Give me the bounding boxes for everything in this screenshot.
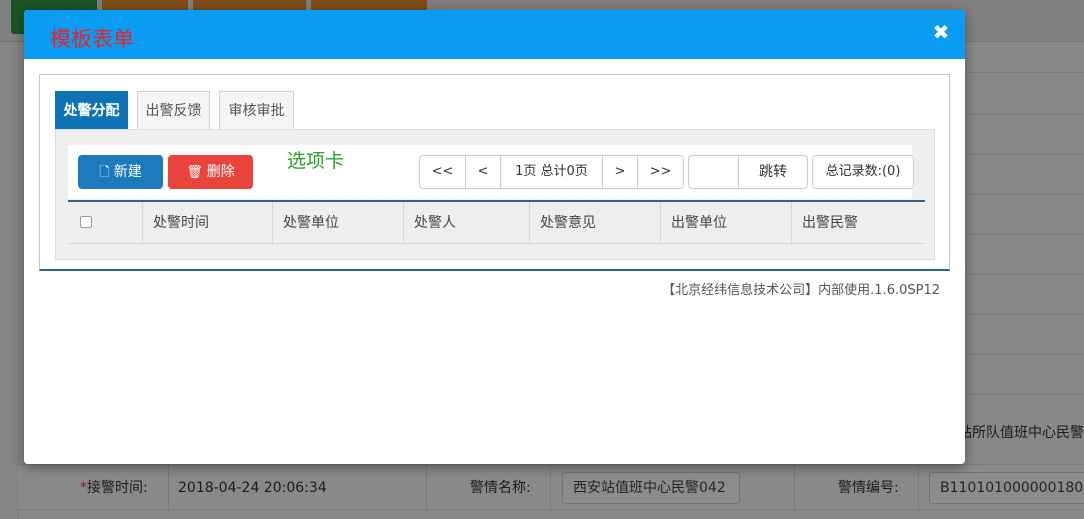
trash-icon: 🗑 xyxy=(186,165,203,180)
section-label: 选项卡 xyxy=(287,150,345,172)
prev-page-button[interactable]: < xyxy=(465,155,501,189)
jump-button[interactable]: 跳转 xyxy=(738,155,808,189)
jump-page-input[interactable] xyxy=(688,155,739,189)
footer-copyright: 【北京经纬信息技术公司】内部使用.1.6.0SP12 xyxy=(662,283,940,298)
select-all-cell xyxy=(68,202,143,244)
tab-dispatch-feedback[interactable]: 出警反馈 xyxy=(137,91,210,129)
last-page-button[interactable]: >> xyxy=(637,155,684,189)
column-header[interactable]: 处警单位 xyxy=(273,202,404,244)
close-icon[interactable]: ✖ xyxy=(931,22,951,42)
column-header[interactable]: 处警人 xyxy=(404,202,530,244)
column-header[interactable]: 出警单位 xyxy=(661,202,792,244)
grid-toolbar: 🗋 新建 🗑 删除 选项卡 << < 1页 总计0页 > >> 跳转 总记录数:(0… xyxy=(68,145,914,199)
next-page-button[interactable]: > xyxy=(602,155,638,189)
tab-pane: 🗋 新建 🗑 删除 选项卡 << < 1页 总计0页 > >> 跳转 总记录数:(0… xyxy=(55,129,935,260)
first-page-button[interactable]: << xyxy=(419,155,466,189)
template-form-modal: 模板表单 ✖ 处警分配 出警反馈 审核审批 🗋 新建 🗑 删除 选项卡 << < 1… xyxy=(24,10,965,464)
tab-review-approve[interactable]: 审核审批 xyxy=(219,91,294,129)
column-header[interactable]: 出警民警 xyxy=(792,202,925,244)
new-button[interactable]: 🗋 新建 xyxy=(78,155,163,189)
modal-title: 模板表单 xyxy=(50,27,134,51)
file-icon: 🗋 xyxy=(99,165,110,180)
column-header[interactable]: 处警时间 xyxy=(143,202,273,244)
tab-dispatch-assign[interactable]: 处警分配 xyxy=(55,91,128,129)
delete-button[interactable]: 🗑 删除 xyxy=(168,155,253,189)
grid-header: 处警时间 处警单位 处警人 处警意见 出警单位 出警民警 xyxy=(68,200,925,244)
content-panel: 处警分配 出警反馈 审核审批 🗋 新建 🗑 删除 选项卡 << < 1页 总计0页 … xyxy=(39,74,950,271)
total-records: 总记录数:(0) xyxy=(812,155,914,189)
select-all-checkbox[interactable] xyxy=(80,216,92,228)
column-header[interactable]: 处警意见 xyxy=(530,202,661,244)
page-info: 1页 总计0页 xyxy=(500,155,603,189)
modal-header: 模板表单 ✖ xyxy=(24,10,965,59)
